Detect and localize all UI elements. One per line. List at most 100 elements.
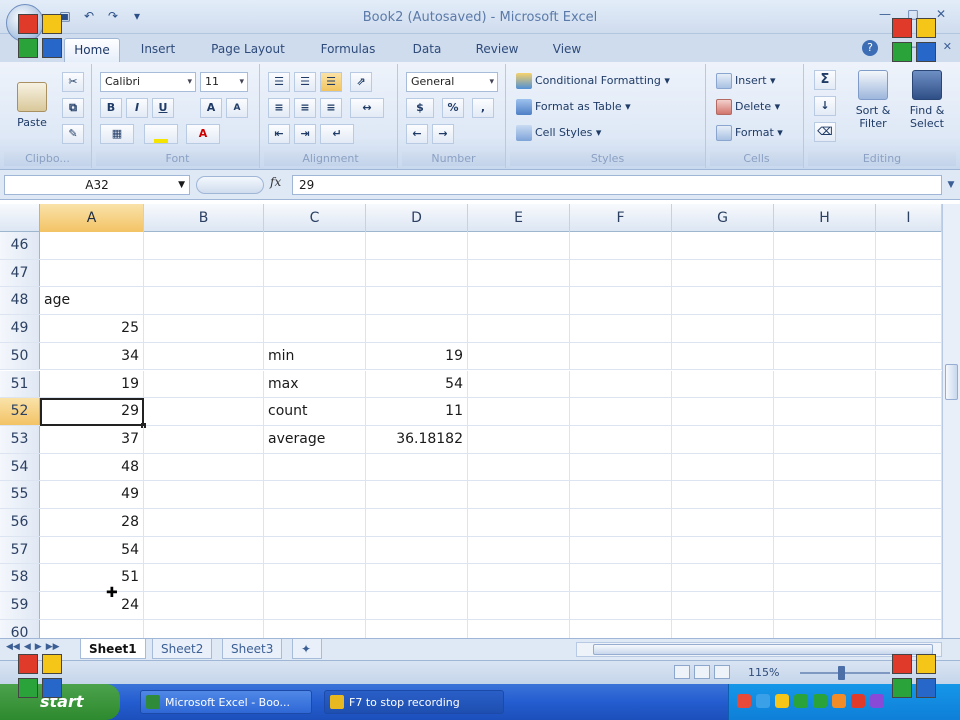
align-right-icon[interactable]: ≡ bbox=[320, 98, 342, 118]
cell-b[interactable] bbox=[144, 287, 264, 315]
column-header-a[interactable]: A bbox=[40, 204, 144, 232]
cell-h[interactable] bbox=[774, 398, 876, 425]
row-header[interactable]: 60 bbox=[0, 619, 40, 638]
cell-g[interactable] bbox=[672, 536, 774, 564]
name-box-dropdown-icon[interactable]: ▼ bbox=[178, 176, 185, 194]
cell-d[interactable]: 11 bbox=[366, 398, 468, 425]
tab-formulas[interactable]: Formulas bbox=[310, 38, 386, 62]
worksheet-grid[interactable]: ABCDEFGHI 46 47 48 age 49 25 50 34 min 19 51 19 max 5… bbox=[0, 204, 942, 638]
cell-b[interactable] bbox=[144, 564, 264, 592]
cell-d[interactable] bbox=[366, 536, 468, 564]
cell-i[interactable] bbox=[876, 287, 942, 315]
insert-sheet-icon[interactable]: ✦ bbox=[292, 639, 322, 659]
row-header[interactable]: 50 bbox=[0, 342, 40, 370]
cell-e[interactable] bbox=[468, 619, 570, 638]
cell-f[interactable] bbox=[570, 232, 672, 259]
row-header[interactable]: 52 bbox=[0, 398, 40, 425]
row-header[interactable]: 46 bbox=[0, 232, 40, 259]
first-sheet-icon[interactable]: ◀◀ bbox=[6, 642, 20, 652]
copy-icon[interactable]: ⧉ bbox=[62, 98, 84, 118]
merge-center-icon[interactable]: ↔ bbox=[350, 98, 384, 118]
cell-c[interactable] bbox=[264, 453, 366, 481]
cell-d[interactable]: 36.18182 bbox=[366, 425, 468, 453]
find-select-button[interactable]: Find & Select bbox=[902, 70, 952, 130]
cell-d[interactable] bbox=[366, 592, 468, 619]
cell-b[interactable] bbox=[144, 315, 264, 342]
horizontal-scrollbar[interactable] bbox=[576, 642, 942, 657]
increase-indent-icon[interactable]: ⇥ bbox=[294, 124, 316, 144]
cell-b[interactable] bbox=[144, 509, 264, 536]
number-format-dropdown[interactable]: General bbox=[406, 72, 498, 92]
cell-b[interactable] bbox=[144, 536, 264, 564]
cell-e[interactable] bbox=[468, 342, 570, 370]
cell-g[interactable] bbox=[672, 315, 774, 342]
zoom-level[interactable]: 115% bbox=[748, 666, 779, 679]
cell-e[interactable] bbox=[468, 564, 570, 592]
cell-a[interactable]: 54 bbox=[40, 536, 144, 564]
cell-i[interactable] bbox=[876, 453, 942, 481]
row-header[interactable]: 56 bbox=[0, 509, 40, 536]
cell-i[interactable] bbox=[876, 425, 942, 453]
tab-insert[interactable]: Insert bbox=[128, 38, 188, 62]
zoom-slider[interactable] bbox=[800, 672, 890, 674]
cell-h[interactable] bbox=[774, 259, 876, 287]
cell-d[interactable] bbox=[366, 453, 468, 481]
cell-b[interactable] bbox=[144, 370, 264, 398]
cell-h[interactable] bbox=[774, 564, 876, 592]
column-header-c[interactable]: C bbox=[264, 204, 366, 232]
cell-a[interactable]: age bbox=[40, 287, 144, 315]
sheet-tab-sheet2[interactable]: Sheet2 bbox=[152, 639, 213, 659]
cell-i[interactable] bbox=[876, 481, 942, 508]
tray-icon-7[interactable] bbox=[851, 694, 865, 708]
percent-button[interactable]: % bbox=[442, 98, 464, 118]
decrease-decimal-icon[interactable]: → bbox=[432, 124, 454, 144]
grow-font-button[interactable]: A bbox=[200, 98, 222, 118]
cell-f[interactable] bbox=[570, 481, 672, 508]
vertical-scrollbar[interactable] bbox=[942, 204, 960, 638]
cell-c[interactable]: average bbox=[264, 425, 366, 453]
orientation-icon[interactable]: ⇗ bbox=[350, 72, 372, 92]
comma-button[interactable]: , bbox=[472, 98, 494, 118]
row-header[interactable]: 47 bbox=[0, 259, 40, 287]
tray-icon-2[interactable] bbox=[756, 694, 770, 708]
formula-oval-handle[interactable] bbox=[196, 176, 264, 194]
decrease-indent-icon[interactable]: ⇤ bbox=[268, 124, 290, 144]
insert-function-icon[interactable]: fx bbox=[270, 175, 281, 189]
conditional-formatting-button[interactable]: Conditional Formatting ▾ bbox=[516, 70, 670, 92]
cell-c[interactable]: count bbox=[264, 398, 366, 425]
align-left-icon[interactable]: ≡ bbox=[268, 98, 290, 118]
sheet-tab-sheet1[interactable]: Sheet1 bbox=[80, 639, 146, 659]
cell-i[interactable] bbox=[876, 232, 942, 259]
cell-c[interactable] bbox=[264, 564, 366, 592]
align-bottom-icon[interactable]: ☰ bbox=[320, 72, 342, 92]
cell-h[interactable] bbox=[774, 287, 876, 315]
page-break-view-icon[interactable] bbox=[714, 665, 730, 679]
expand-formula-bar-icon[interactable]: ▼ bbox=[944, 176, 958, 194]
zoom-slider-knob[interactable] bbox=[838, 666, 845, 680]
cell-e[interactable] bbox=[468, 453, 570, 481]
increase-decimal-icon[interactable]: ← bbox=[406, 124, 428, 144]
taskbar-item-recorder[interactable]: F7 to stop recording bbox=[324, 690, 504, 714]
cell-g[interactable] bbox=[672, 564, 774, 592]
cell-f[interactable] bbox=[570, 315, 672, 342]
column-header-i[interactable]: I bbox=[876, 204, 942, 232]
shrink-font-button[interactable]: A bbox=[226, 98, 248, 118]
cell-e[interactable] bbox=[468, 481, 570, 508]
cell-b[interactable] bbox=[144, 342, 264, 370]
tray-icon-6[interactable] bbox=[832, 694, 846, 708]
cell-i[interactable] bbox=[876, 342, 942, 370]
cell-g[interactable] bbox=[672, 370, 774, 398]
row-header[interactable]: 57 bbox=[0, 536, 40, 564]
cell-a[interactable]: 37 bbox=[40, 425, 144, 453]
column-header-b[interactable]: B bbox=[144, 204, 264, 232]
cell-a[interactable] bbox=[40, 259, 144, 287]
cell-g[interactable] bbox=[672, 425, 774, 453]
cell-h[interactable] bbox=[774, 509, 876, 536]
vertical-scroll-thumb[interactable] bbox=[945, 364, 958, 400]
cell-f[interactable] bbox=[570, 342, 672, 370]
cell-a[interactable] bbox=[40, 232, 144, 259]
cell-h[interactable] bbox=[774, 370, 876, 398]
cell-a[interactable]: 19 bbox=[40, 370, 144, 398]
cell-e[interactable] bbox=[468, 370, 570, 398]
cell-a[interactable]: 48 bbox=[40, 453, 144, 481]
